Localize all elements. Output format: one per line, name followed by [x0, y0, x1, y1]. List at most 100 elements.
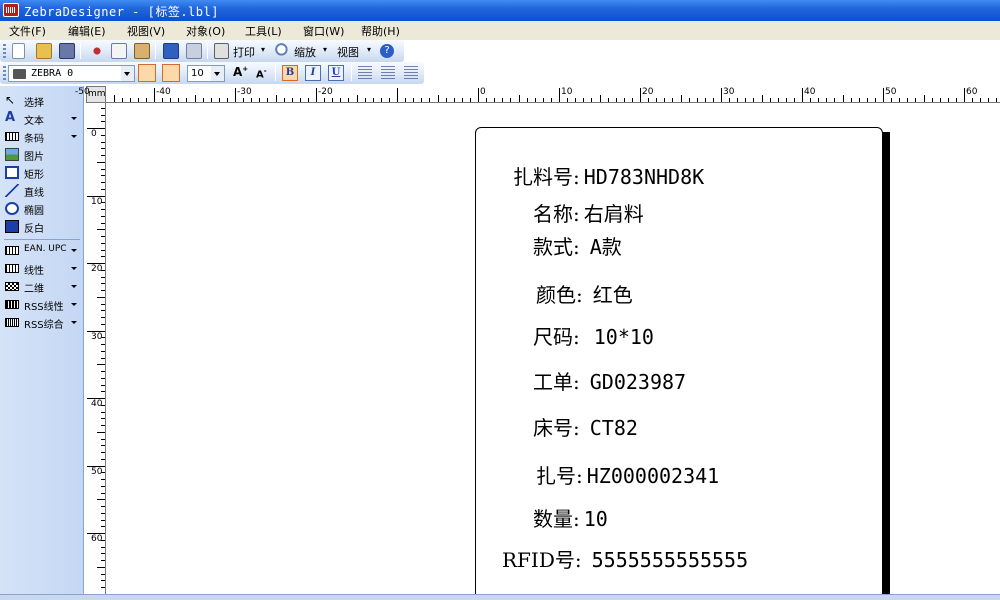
- ruler-tick: [101, 168, 105, 170]
- chevron-down-icon[interactable]: [71, 267, 77, 270]
- tool-inverse[interactable]: 反白: [3, 218, 81, 235]
- chevron-down-icon[interactable]: [71, 117, 77, 120]
- tool-2d[interactable]: 二维: [3, 278, 81, 295]
- field-value: 10: [583, 507, 608, 531]
- menu-tools[interactable]: 工具(L): [245, 23, 282, 39]
- label-field[interactable]: 尺码: 10*10: [533, 321, 654, 350]
- ruler-tick: [332, 98, 334, 102]
- ruler-tick: [121, 98, 123, 102]
- menu-window[interactable]: 窗口(W): [303, 23, 344, 39]
- chevron-down-icon[interactable]: [211, 66, 224, 81]
- tool-ean-upc[interactable]: EAN. UPC: [3, 242, 81, 259]
- label-field[interactable]: 款式: A款: [533, 231, 622, 260]
- save-icon[interactable]: [59, 43, 75, 59]
- ruler-tick: [405, 98, 407, 102]
- tool-rectangle[interactable]: 矩形: [3, 164, 81, 181]
- italic-button[interactable]: I: [305, 65, 321, 81]
- tool-rss-linear[interactable]: RSS线性: [3, 296, 81, 313]
- ruler-tick: [101, 546, 105, 548]
- tool-text[interactable]: A 文本: [3, 110, 81, 127]
- menu-object[interactable]: 对象(O): [186, 23, 225, 39]
- chevron-down-icon[interactable]: ▾: [323, 45, 327, 54]
- align-center-icon[interactable]: [381, 66, 395, 80]
- tool-rss-composite[interactable]: RSS综合: [3, 314, 81, 331]
- ruler-tick: [915, 98, 917, 102]
- label-field[interactable]: 床号: CT82: [533, 412, 638, 441]
- align-right-icon[interactable]: [404, 66, 418, 80]
- decrease-font-icon[interactable]: A-: [256, 67, 267, 80]
- ruler-tick: [210, 98, 212, 102]
- print-button[interactable]: 打印: [233, 44, 255, 60]
- chevron-down-icon[interactable]: [71, 249, 77, 252]
- chevron-down-icon[interactable]: [71, 321, 77, 324]
- tool-line[interactable]: 直线: [3, 182, 81, 199]
- chevron-down-icon[interactable]: ▾: [367, 45, 371, 54]
- ruler-tick: [243, 98, 245, 102]
- chevron-down-icon[interactable]: ▾: [261, 45, 265, 54]
- ruler-tick: [583, 98, 585, 102]
- label-field[interactable]: 名称: 右肩料: [533, 198, 644, 227]
- ruler-tick: [137, 98, 139, 102]
- chevron-down-icon[interactable]: [71, 135, 77, 138]
- increase-font-icon[interactable]: A+: [233, 65, 248, 79]
- help-icon[interactable]: ?: [380, 44, 394, 58]
- ruler-tick: [101, 236, 105, 237]
- menu-edit[interactable]: 编辑(E): [68, 23, 106, 39]
- ruler-label: 60: [91, 534, 103, 544]
- menu-file[interactable]: 文件(F): [9, 23, 46, 39]
- ruler-tick: [101, 377, 105, 379]
- ruler-tick: [631, 98, 633, 102]
- font-size-select[interactable]: 10: [187, 65, 225, 82]
- printer-font-button[interactable]: [138, 64, 156, 82]
- label-field[interactable]: RFID号: 5555555555555: [502, 544, 748, 573]
- view-button[interactable]: 视图: [337, 44, 359, 60]
- status-bar: [0, 594, 1000, 600]
- new-file-icon[interactable]: [12, 43, 25, 59]
- toolbar-grip[interactable]: [3, 44, 6, 58]
- tool-ellipse[interactable]: 椭圆: [3, 200, 81, 217]
- tool-image[interactable]: 图片: [3, 146, 81, 163]
- label-field[interactable]: 工单: GD023987: [533, 366, 686, 395]
- menu-view[interactable]: 视图(V): [127, 23, 165, 39]
- zoom-button[interactable]: 缩放: [294, 44, 316, 60]
- field-value: 5555555555555: [591, 548, 749, 572]
- label-preview[interactable]: 扎料号: HD783NHD8K 名称: 右肩料 款式: A款颜色: 红色尺码: 10*10 工单…: [475, 127, 883, 596]
- label-field[interactable]: 扎号: HZ000002341: [536, 460, 719, 489]
- label-field[interactable]: 扎料号: HD783NHD8K: [513, 161, 704, 190]
- ruler-tick: [145, 98, 147, 102]
- ruler-tick: [97, 229, 105, 231]
- chevron-down-icon[interactable]: [121, 66, 134, 81]
- font-select[interactable]: ZEBRA 0: [8, 65, 135, 82]
- ruler-tick: [101, 303, 105, 305]
- redo-icon[interactable]: [186, 43, 202, 59]
- underline-button[interactable]: U: [328, 65, 344, 81]
- undo-icon[interactable]: [163, 43, 179, 59]
- copy-icon[interactable]: [111, 43, 127, 59]
- ruler-label: 0: [91, 129, 97, 139]
- ruler-tick: [356, 95, 358, 102]
- bold-button[interactable]: B: [282, 65, 298, 81]
- tool-barcode[interactable]: 条码: [3, 128, 81, 145]
- tool-select[interactable]: ↖ 选择: [3, 92, 81, 109]
- ruler-tick: [380, 98, 382, 102]
- ruler-tick: [259, 98, 261, 102]
- open-folder-icon[interactable]: [36, 43, 52, 59]
- ruler-label: 40: [91, 399, 103, 409]
- tool-linear[interactable]: 线性: [3, 260, 81, 277]
- label-field[interactable]: 数量: 10: [533, 503, 608, 532]
- paste-icon[interactable]: [134, 43, 150, 59]
- align-left-icon[interactable]: [358, 66, 372, 80]
- chevron-down-icon[interactable]: [71, 285, 77, 288]
- truetype-font-button[interactable]: [162, 64, 180, 82]
- menu-help[interactable]: 帮助(H): [361, 23, 400, 39]
- ruler-tick: [291, 98, 293, 102]
- print-icon[interactable]: [214, 43, 229, 59]
- cut-icon[interactable]: [89, 43, 105, 59]
- label-field[interactable]: 颜色: 红色: [536, 279, 633, 308]
- toolbar-grip[interactable]: [3, 66, 6, 80]
- menu-bar: 文件(F) 编辑(E) 视图(V) 对象(O) 工具(L) 窗口(W) 帮助(H…: [0, 21, 1000, 40]
- zoom-icon[interactable]: [275, 43, 291, 59]
- ruler-tick: [559, 88, 560, 102]
- ruler-tick: [101, 445, 105, 447]
- chevron-down-icon[interactable]: [71, 303, 77, 306]
